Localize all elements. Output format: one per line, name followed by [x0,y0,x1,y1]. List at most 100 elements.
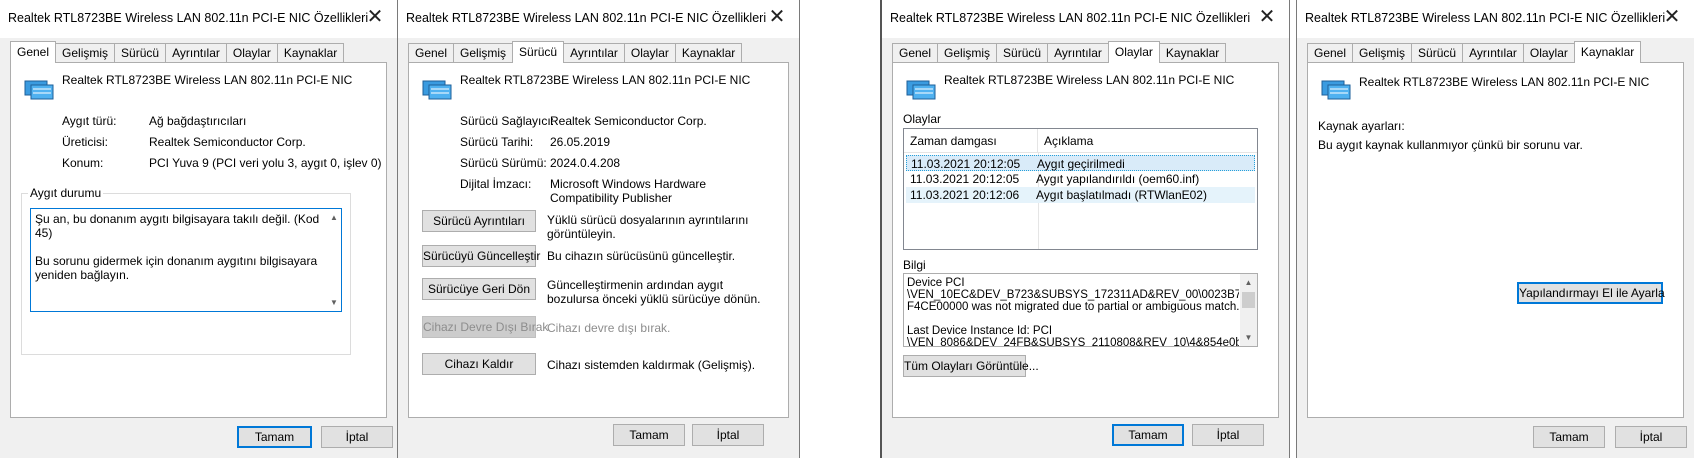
manufacturer-label: Üreticisi: [62,135,109,149]
tab-strip: Genel Gelişmiş Sürücü Ayrıntılar Olaylar… [1307,41,1642,63]
digital-signer-label: Dijital İmzacı: [460,177,532,191]
tab-events[interactable]: Olaylar [225,43,278,63]
close-icon[interactable]: ✕ [1660,6,1684,30]
info-line: Device PCI [907,277,965,289]
event-row[interactable]: 11.03.2021 20:12:06 Aygıt başlatılmadı (… [906,187,1255,203]
event-row[interactable]: 11.03.2021 20:12:05 Aygıt geçirilmedi [906,155,1255,171]
tab-driver[interactable]: Sürücü [1411,43,1464,63]
info-line: F4CE00000 was not migrated due to partia… [907,301,1239,313]
device-type-value: Ağ bağdaştırıcıları [149,114,247,128]
cancel-button[interactable]: İptal [321,426,393,448]
scroll-up-icon[interactable]: ▲ [327,209,341,226]
tab-general[interactable]: Genel [892,43,939,63]
properties-dialog-general: Realtek RTL8723BE Wireless LAN 802.11n P… [0,0,398,458]
ok-button[interactable]: Tamam [1533,426,1605,448]
disable-device-button[interactable]: Cihazı Devre Dışı Bırak [422,316,548,338]
column-timestamp[interactable]: Zaman damgası [904,129,1038,153]
tab-driver[interactable]: Sürücü [512,41,565,63]
roll-back-driver-button[interactable]: Sürücüye Geri Dön [422,278,536,300]
tab-general[interactable]: Genel [1307,43,1354,63]
device-status-text[interactable]: Şu an, bu donanım aygıtı bilgisayara tak… [30,208,342,312]
event-desc: Aygıt geçirilmedi [1037,157,1125,171]
driver-details-desc: Yüklü sürücü dosyalarının ayrıntılarını … [547,213,749,241]
update-driver-desc: Bu cihazın sürücüsünü güncelleştir. [547,249,736,263]
location-value: PCI Yuva 9 (PCI veri yolu 3, aygıt 0, iş… [149,156,382,170]
tab-resources[interactable]: Kaynaklar [1573,41,1642,63]
tab-driver[interactable]: Sürücü [114,43,167,63]
manual-config-button[interactable]: Yapılandırmayı El ile Ayarla [1517,282,1665,304]
window-title: Realtek RTL8723BE Wireless LAN 802.11n P… [890,11,1251,25]
tab-strip: Genel Gelişmiş Sürücü Ayrıntılar Olaylar… [10,41,345,63]
tab-general[interactable]: Genel [408,43,455,63]
properties-dialog-events: Realtek RTL8723BE Wireless LAN 802.11n P… [880,0,1290,458]
driver-date-value: 26.05.2019 [550,135,611,149]
title-bar: Realtek RTL8723BE Wireless LAN 802.11n P… [0,0,397,38]
ok-button[interactable]: Tamam [1112,424,1184,446]
device-name: Realtek RTL8723BE Wireless LAN 802.11n P… [944,73,1235,87]
device-name: Realtek RTL8723BE Wireless LAN 802.11n P… [1359,75,1650,89]
tab-events[interactable]: Olaylar [1107,41,1160,63]
window-title: Realtek RTL8723BE Wireless LAN 802.11n P… [406,11,767,25]
manufacturer-value: Realtek Semiconductor Corp. [149,135,306,149]
background-gap [801,0,880,458]
scroll-down-icon[interactable]: ▼ [327,294,341,311]
tab-details[interactable]: Ayrıntılar [1047,43,1109,63]
uninstall-device-desc: Cihazı sistemden kaldırmak (Gelişmiş). [547,358,756,372]
driver-date-label: Sürücü Tarihi: [460,135,534,149]
event-desc: Aygıt başlatılmadı (RTWlanE02) [1036,188,1207,202]
tab-driver[interactable]: Sürücü [996,43,1049,63]
tab-panel: Realtek RTL8723BE Wireless LAN 802.11n P… [408,62,789,418]
status-scrollbar[interactable]: ▲ ▼ [327,209,341,311]
network-adapter-icon [1321,80,1351,100]
update-driver-button[interactable]: Sürücüyü Güncelleştir [422,245,540,267]
ok-button[interactable]: Tamam [613,424,685,446]
scroll-up-icon[interactable]: ▲ [1240,274,1257,291]
resource-message: Bu aygıt kaynak kullanmıyor çünkü bir so… [1318,138,1583,152]
tab-events[interactable]: Olaylar [1522,43,1575,63]
status-line-1: Şu an, bu donanım aygıtı bilgisayara tak… [35,212,320,240]
scroll-down-icon[interactable]: ▼ [1240,329,1257,346]
tab-advanced[interactable]: Gelişmiş [55,43,116,63]
tab-details[interactable]: Ayrıntılar [1462,43,1524,63]
tab-details[interactable]: Ayrıntılar [165,43,227,63]
tab-resources[interactable]: Kaynaklar [674,43,743,63]
tab-advanced[interactable]: Gelişmiş [453,43,514,63]
column-description[interactable]: Açıklama [1038,129,1259,153]
device-type-label: Aygıt türü: [62,114,117,128]
close-icon[interactable]: ✕ [363,6,387,30]
tab-resources[interactable]: Kaynaklar [276,43,345,63]
event-time: 11.03.2021 20:12:06 [910,188,1020,202]
driver-provider-value: Realtek Semiconductor Corp. [550,114,707,128]
tab-advanced[interactable]: Gelişmiş [937,43,998,63]
close-icon[interactable]: ✕ [765,6,789,30]
info-scrollbar[interactable]: ▲ ▼ [1240,274,1257,346]
cancel-button[interactable]: İptal [692,424,764,446]
event-desc: Aygıt yapılandırıldı (oem60.inf) [1036,172,1200,186]
view-all-events-button[interactable]: Tüm Olayları Görüntüle... [903,355,1039,377]
cancel-button[interactable]: İptal [1192,424,1264,446]
info-textbox[interactable]: Device PCI \VEN_10EC&DEV_B723&SUBSYS_172… [903,273,1258,347]
info-line: Last Device Instance Id: PCI [907,325,1053,337]
close-icon[interactable]: ✕ [1255,6,1279,30]
tab-details[interactable]: Ayrıntılar [563,43,625,63]
info-line: \VEN_8086&DEV_24FB&SUBSYS_2110808&REV_10… [907,337,1239,347]
tab-advanced[interactable]: Gelişmiş [1352,43,1413,63]
events-list[interactable]: Zaman damgası Açıklama 11.03.2021 20:12:… [903,128,1258,250]
tab-strip: Genel Gelişmiş Sürücü Ayrıntılar Olaylar… [408,41,743,63]
tab-strip: Genel Gelişmiş Sürücü Ayrıntılar Olaylar… [892,41,1227,63]
tab-panel: Realtek RTL8723BE Wireless LAN 802.11n P… [1307,62,1684,418]
roll-back-driver-desc: Güncelleştirmenin ardından aygıt bozulur… [547,278,761,306]
tab-resources[interactable]: Kaynaklar [1158,43,1227,63]
tab-events[interactable]: Olaylar [623,43,676,63]
cancel-button[interactable]: İptal [1615,426,1687,448]
scroll-thumb[interactable] [1242,292,1255,308]
uninstall-device-button[interactable]: Cihazı Kaldır [422,353,536,375]
driver-details-button[interactable]: Sürücü Ayrıntıları [422,210,536,232]
tab-general[interactable]: Genel [10,41,57,63]
device-name: Realtek RTL8723BE Wireless LAN 802.11n P… [460,73,751,87]
resource-settings-label: Kaynak ayarları: [1318,119,1405,133]
events-label: Olaylar [903,112,942,126]
event-time: 11.03.2021 20:12:05 [910,172,1020,186]
ok-button[interactable]: Tamam [237,426,312,448]
event-row[interactable]: 11.03.2021 20:12:05 Aygıt yapılandırıldı… [906,171,1255,187]
